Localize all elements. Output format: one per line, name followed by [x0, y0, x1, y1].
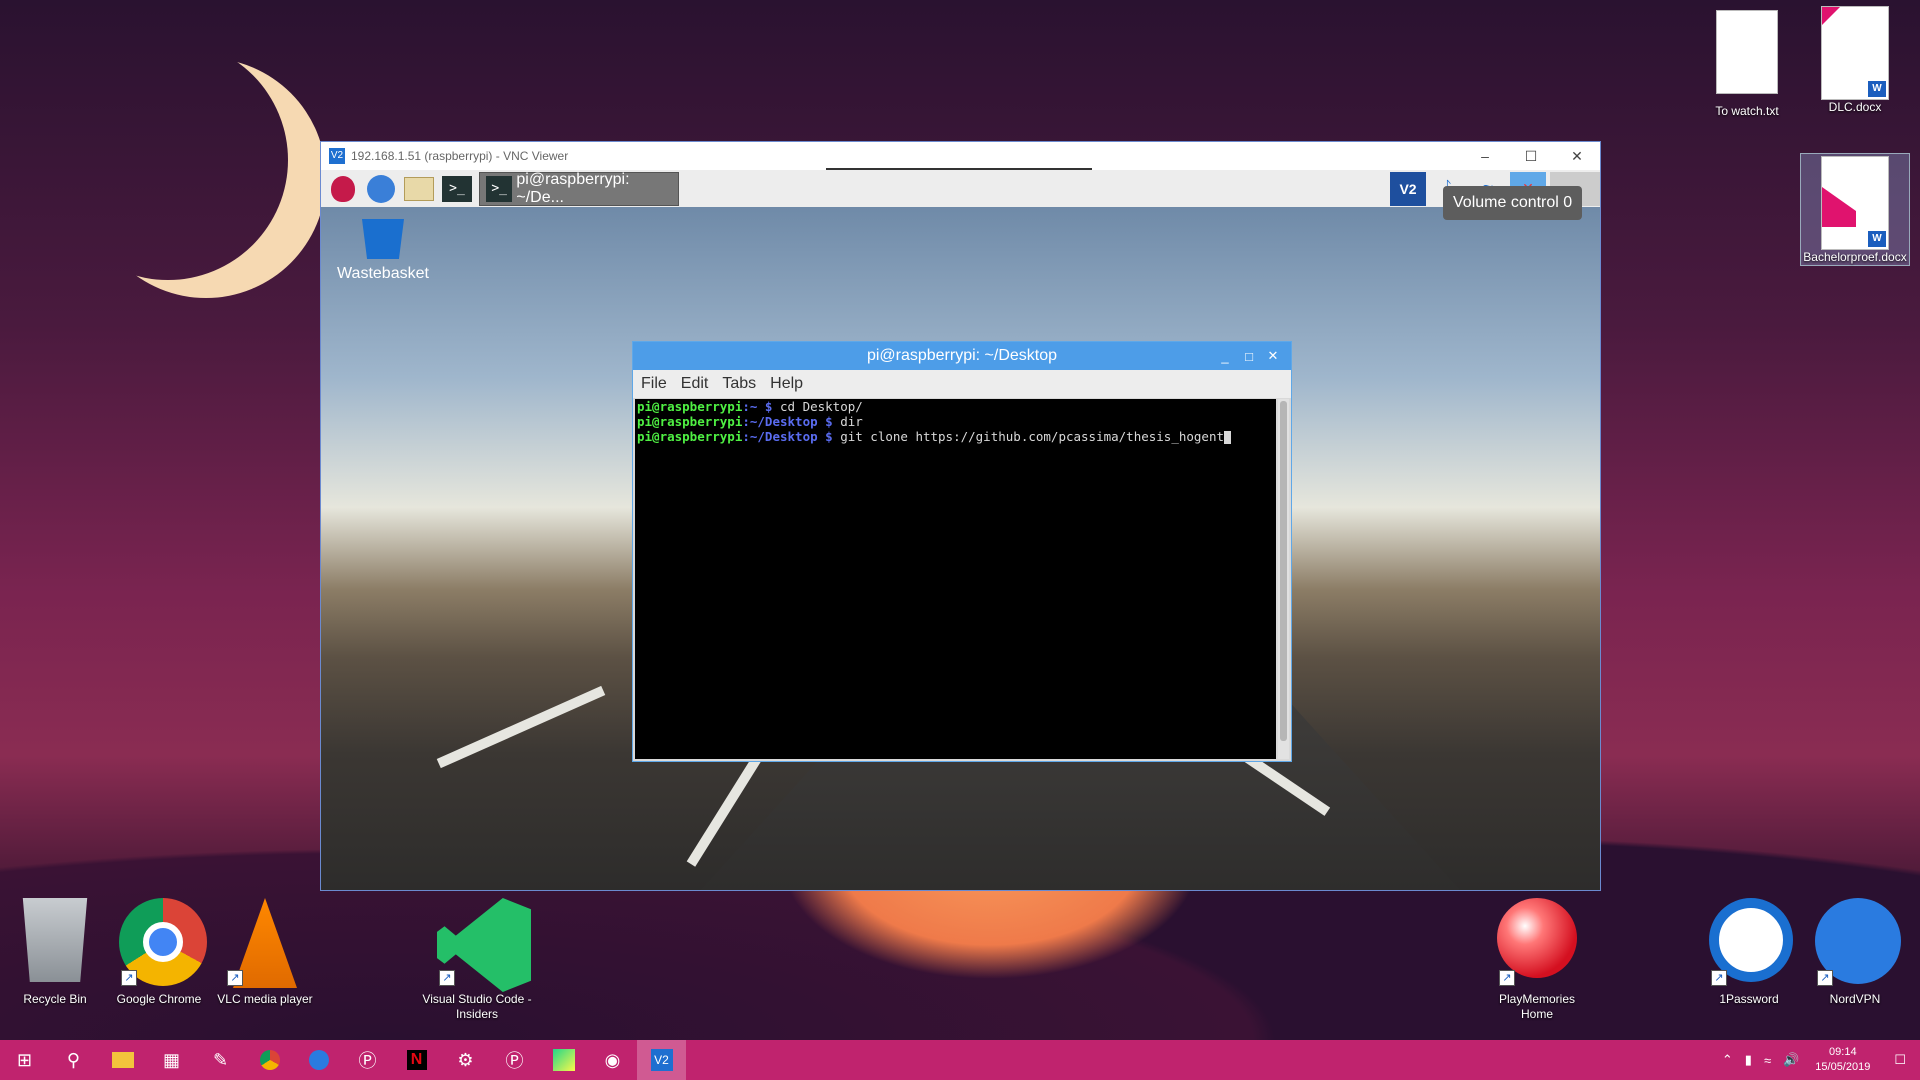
desktop-icon-to-watch[interactable]: To watch.txt	[1692, 10, 1802, 119]
playmemories-icon: ↗	[1497, 898, 1577, 988]
vscode-icon: ↗	[437, 898, 531, 992]
network-icon[interactable]: ≈	[1764, 1053, 1771, 1068]
terminal-close-button[interactable]: ✕	[1261, 348, 1285, 364]
menu-tabs[interactable]: Tabs	[722, 375, 756, 393]
desktop-icon-bachelorproef[interactable]: W Bachelorproef.docx	[1800, 153, 1910, 266]
chrome-taskbar-icon[interactable]	[245, 1040, 294, 1080]
pycharm-icon[interactable]	[539, 1040, 588, 1080]
terminal-window[interactable]: pi@raspberrypi: ~/Desktop _ □ ✕ File Edi…	[632, 341, 1292, 762]
terminal-line: pi@raspberrypi:~/Desktop $ dir	[637, 414, 863, 429]
lane-marking	[436, 685, 606, 769]
terminal-icon: >_	[486, 175, 513, 202]
1password-alt-icon[interactable]: Ⓟ	[490, 1040, 539, 1080]
settings-gear-icon[interactable]: ⚙	[441, 1040, 490, 1080]
desktop-icon-playmemories[interactable]: ↗ PlayMemories Home	[1482, 898, 1592, 1022]
moon-art	[48, 40, 288, 280]
volume-tooltip: Volume control 0	[1443, 186, 1583, 220]
terminal-title-bar[interactable]: pi@raspberrypi: ~/Desktop _ □ ✕	[633, 342, 1291, 370]
battery-icon[interactable]: ▮	[1745, 1052, 1752, 1068]
windows-taskbar: ⊞ ⚲ ▦ ✎ Ⓟ N ⚙ Ⓟ ◉ V2 ⌃ ▮ ≈ 🔊 09:14 15/05…	[0, 1040, 1920, 1080]
clock[interactable]: 09:14 15/05/2019	[1815, 1045, 1870, 1075]
file-explorer-icon[interactable]	[98, 1040, 147, 1080]
desktop-icon-vlc[interactable]: ↗ VLC media player	[210, 898, 320, 1007]
text-file-icon	[1707, 10, 1787, 100]
nordvpn-icon: ↗	[1815, 898, 1901, 988]
app-circle-icon[interactable]: ◉	[588, 1040, 637, 1080]
desktop-icon-nordvpn[interactable]: ↗ NordVPN	[1800, 898, 1910, 1007]
terminal-task-button[interactable]: >_ pi@raspberrypi: ~/De...	[479, 170, 679, 206]
vnc-viewer-window[interactable]: V2 192.168.1.51 (raspberrypi) - VNC View…	[320, 141, 1601, 891]
edge-icon[interactable]	[294, 1040, 343, 1080]
desktop-icon-chrome[interactable]: ↗ Google Chrome	[104, 898, 214, 1007]
desktop-icon-recycle-bin[interactable]: Recycle Bin	[0, 898, 110, 1007]
terminal-minimize-button[interactable]: _	[1213, 349, 1237, 364]
task-label: pi@raspberrypi: ~/De...	[516, 170, 630, 206]
vnc-title-bar[interactable]: V2 192.168.1.51 (raspberrypi) - VNC View…	[321, 142, 1600, 170]
system-tray: ⌃ ▮ ≈ 🔊 09:14 15/05/2019 ☐	[1716, 1040, 1920, 1080]
desktop-icon-dlc[interactable]: W DLC.docx	[1800, 6, 1910, 115]
terminal-launcher-icon[interactable]: >_	[441, 173, 473, 205]
notepad-icon[interactable]: ✎	[196, 1040, 245, 1080]
terminal-line: pi@raspberrypi:~ $ cd Desktop/	[637, 399, 863, 414]
file-manager-icon[interactable]	[403, 173, 435, 205]
desktop-icon-vscode[interactable]: ↗ Visual Studio Code - Insiders	[422, 898, 532, 1022]
word-doc-icon: W	[1815, 6, 1895, 100]
word-doc-icon: W	[1815, 156, 1895, 250]
terminal-title: pi@raspberrypi: ~/Desktop	[866, 347, 1058, 364]
terminal-maximize-button[interactable]: □	[1237, 349, 1261, 364]
1password-taskbar-icon[interactable]: Ⓟ	[343, 1040, 392, 1080]
chrome-icon: ↗	[119, 898, 207, 988]
pi-desktop: Wastebasket pi@raspberrypi: ~/Desktop _ …	[321, 207, 1600, 890]
raspberry-menu-icon[interactable]	[327, 173, 359, 205]
menu-help[interactable]: Help	[770, 375, 803, 393]
raspberry-pi-panel: >_ >_ pi@raspberrypi: ~/De... V2 ᛛ ≈ ✕	[321, 170, 1600, 207]
vnc-viewer-taskbar-icon[interactable]: V2	[637, 1040, 686, 1080]
vnc-server-icon[interactable]: V2	[1390, 171, 1426, 206]
wastebasket-icon[interactable]: Wastebasket	[333, 219, 433, 283]
recycle-bin-icon	[15, 898, 95, 988]
minimize-button[interactable]: –	[1462, 142, 1508, 170]
vnc-window-title: 192.168.1.51 (raspberrypi) - VNC Viewer	[351, 149, 569, 163]
speaker-icon[interactable]: 🔊	[1783, 1052, 1799, 1068]
calculator-icon[interactable]: ▦	[147, 1040, 196, 1080]
1password-icon: ↗	[1709, 898, 1793, 988]
chevron-up-icon[interactable]: ⌃	[1722, 1052, 1733, 1068]
terminal-output[interactable]: pi@raspberrypi:~ $ cd Desktop/ pi@raspbe…	[635, 399, 1276, 759]
desktop-icon-1password[interactable]: ↗ 1Password	[1694, 898, 1804, 1007]
search-icon[interactable]: ⚲	[49, 1040, 98, 1080]
terminal-scrollbar[interactable]	[1278, 399, 1289, 759]
start-icon[interactable]: ⊞	[0, 1040, 49, 1080]
web-browser-icon[interactable]	[365, 173, 397, 205]
menu-edit[interactable]: Edit	[681, 375, 709, 393]
netflix-icon[interactable]: N	[392, 1040, 441, 1080]
close-button[interactable]: ✕	[1554, 142, 1600, 170]
terminal-line: pi@raspberrypi:~/Desktop $ git clone htt…	[637, 429, 1274, 444]
vlc-icon: ↗	[225, 898, 305, 988]
maximize-button[interactable]: ☐	[1508, 142, 1554, 170]
action-center-icon[interactable]: ☐	[1894, 1052, 1906, 1068]
terminal-cursor	[1224, 431, 1232, 444]
terminal-menu-bar: File Edit Tabs Help	[633, 370, 1291, 398]
menu-file[interactable]: File	[641, 375, 667, 393]
vnc-app-icon: V2	[329, 148, 345, 164]
